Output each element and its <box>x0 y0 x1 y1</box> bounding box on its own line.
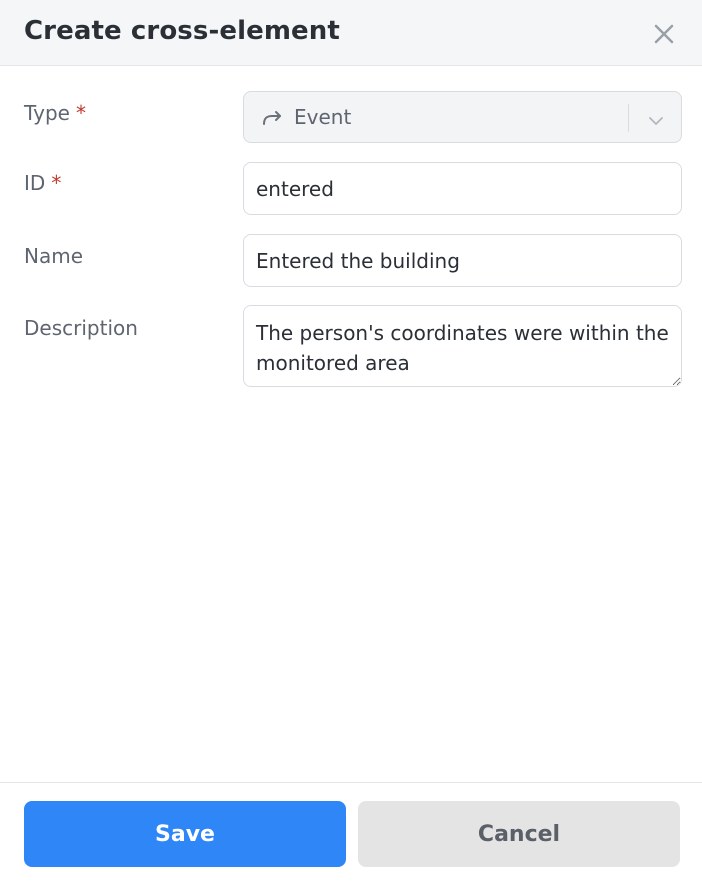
id-input[interactable] <box>243 162 682 215</box>
type-label-text: Type <box>24 101 70 125</box>
select-divider <box>628 104 629 132</box>
required-marker: * <box>51 171 62 195</box>
id-label: ID * <box>24 171 61 195</box>
name-label: Name <box>24 244 84 268</box>
id-label-text: ID <box>24 171 46 195</box>
chevron-down-icon[interactable] <box>647 112 665 131</box>
dialog-header: Create cross-element <box>0 0 702 66</box>
dialog-title: Create cross-element <box>24 16 340 46</box>
required-marker: * <box>75 101 86 125</box>
name-input[interactable] <box>243 234 682 287</box>
dialog-footer: Save Cancel <box>0 782 702 891</box>
save-button[interactable]: Save <box>24 801 346 867</box>
close-button[interactable] <box>650 20 678 48</box>
redo-arrow-icon <box>261 107 285 133</box>
create-cross-element-dialog: Create cross-element Type * Event ID * e… <box>0 0 702 891</box>
type-select-value: Event <box>294 105 352 129</box>
type-select[interactable]: Event <box>243 91 682 143</box>
type-label: Type * <box>24 101 86 125</box>
close-icon <box>654 24 674 44</box>
cancel-button[interactable]: Cancel <box>358 801 680 867</box>
description-textarea[interactable]: The person's coordinates were within the… <box>243 305 682 387</box>
description-label: Description <box>24 316 138 340</box>
